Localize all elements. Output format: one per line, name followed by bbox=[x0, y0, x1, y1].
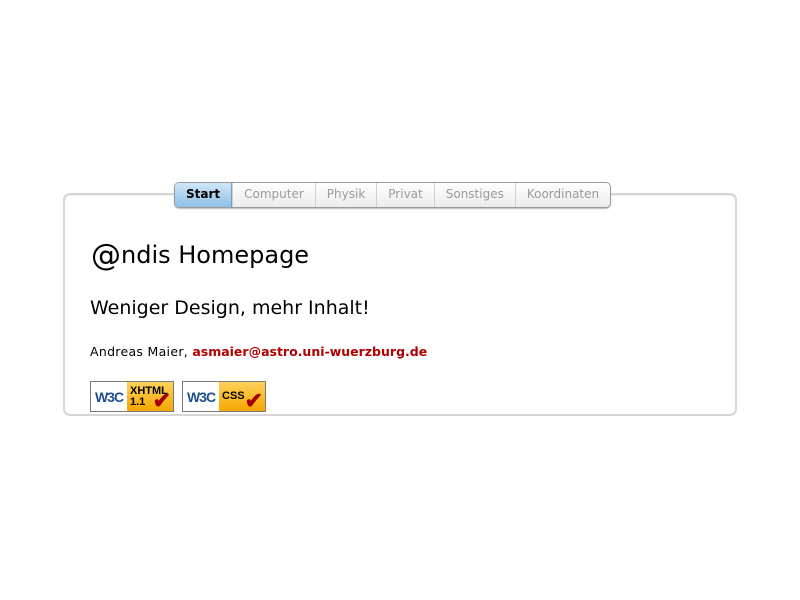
xhtml-badge-label: XHTML 1.1 ✔ bbox=[127, 382, 173, 413]
title-text: ndis Homepage bbox=[121, 241, 310, 269]
w3c-logo-icon: W3C bbox=[91, 382, 127, 411]
tab-bar: Start Computer Physik Privat Sonstiges K… bbox=[174, 182, 612, 208]
author-name: Andreas Maier, bbox=[90, 344, 189, 359]
tab-physik[interactable]: Physik bbox=[314, 183, 376, 207]
w3c-logo-icon: W3C bbox=[183, 382, 219, 411]
valid-xhtml-badge[interactable]: W3C XHTML 1.1 ✔ bbox=[90, 381, 174, 412]
css-badge-label: CSS ✔ bbox=[219, 382, 265, 413]
author-email-link[interactable]: asmaier@astro.uni-wuerzburg.de bbox=[192, 344, 427, 359]
checkmark-icon: ✔ bbox=[152, 388, 171, 413]
title-at-sign: @ bbox=[91, 238, 121, 273]
tab-koordinaten[interactable]: Koordinaten bbox=[514, 183, 610, 207]
valid-css-badge[interactable]: W3C CSS ✔ bbox=[182, 381, 266, 412]
tab-start[interactable]: Start bbox=[175, 183, 233, 207]
tab-privat[interactable]: Privat bbox=[376, 183, 433, 207]
page-title: @ndis Homepage bbox=[91, 238, 309, 273]
tab-sonstiges[interactable]: Sonstiges bbox=[433, 183, 515, 207]
checkmark-icon: ✔ bbox=[244, 388, 263, 413]
page-subtitle: Weniger Design, mehr Inhalt! bbox=[90, 297, 370, 319]
tab-computer[interactable]: Computer bbox=[232, 183, 315, 207]
author-line: Andreas Maier, asmaier@astro.uni-wuerzbu… bbox=[90, 344, 427, 359]
